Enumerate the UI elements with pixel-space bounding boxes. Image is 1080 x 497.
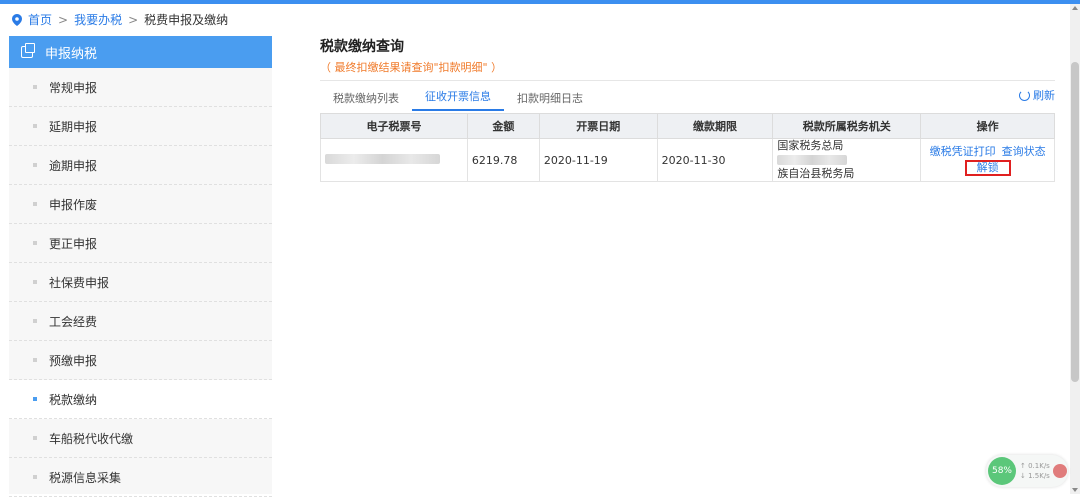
main-panel: 税款缴纳查询 （ 最终扣缴结果请查询"扣款明细" ） 税款缴纳列表 征收开票信息… — [320, 36, 1055, 182]
tax-authority-line1: 国家税务总局 — [777, 139, 844, 152]
query-status-link[interactable]: 查询状态 — [1002, 145, 1046, 159]
refresh-button[interactable]: 刷新 — [1019, 87, 1055, 103]
issue-date-cell: 2020-11-19 — [538, 138, 658, 182]
breadcrumb-level1-link[interactable]: 我要办税 — [74, 11, 122, 28]
sidebar-item-label: 延期申报 — [49, 119, 98, 134]
sidebar-item-label: 逾期申报 — [49, 158, 98, 173]
upload-speed: 0.1K/s — [1028, 462, 1050, 470]
column-header-amount: 金额 — [466, 113, 540, 139]
actions-cell: 缴税凭证打印 查询状态 解锁 — [920, 138, 1055, 182]
sidebar-item-label: 预缴申报 — [49, 353, 98, 368]
column-header-ticket-no: 电子税票号 — [320, 113, 468, 139]
bullet-icon — [33, 163, 37, 167]
sidebar-item-label: 税款缴纳 — [49, 392, 98, 407]
copy-icon — [21, 43, 35, 58]
memory-percent-badge: 58% — [988, 457, 1016, 485]
amount-cell: 6219.78 — [466, 138, 540, 182]
sidebar-header[interactable]: 申报纳税 — [9, 36, 272, 68]
scroll-up-arrow-icon[interactable] — [1072, 6, 1078, 10]
tab-bar: 税款缴纳列表 征收开票信息 扣款明细日志 刷新 — [320, 87, 1055, 111]
top-accent-bar — [0, 0, 1080, 4]
column-header-actions: 操作 — [920, 113, 1055, 139]
sidebar-item-label: 税源信息采集 — [49, 470, 122, 485]
sidebar-item-label: 申报作废 — [49, 197, 98, 212]
bullet-icon — [33, 358, 37, 362]
tab-payment-list[interactable]: 税款缴纳列表 — [320, 90, 412, 111]
bullet-icon — [33, 475, 37, 479]
sidebar-item[interactable]: 工会经费 — [9, 302, 272, 341]
sidebar-item-label: 车船税代收代缴 — [49, 431, 134, 446]
bullet-icon — [33, 85, 37, 89]
bullet-icon — [33, 202, 37, 206]
sidebar-item[interactable]: 预缴申报 — [9, 341, 272, 380]
tax-authority-line2: 族自治县税务局 — [777, 167, 855, 180]
network-speed-widget[interactable]: 58% ↑ 0.1K/s ↓ 1.5K/s — [986, 455, 1068, 487]
unlock-link[interactable]: 解锁 — [964, 159, 1011, 176]
sidebar-menu: 常规申报延期申报逾期申报申报作废更正申报社保费申报工会经费预缴申报税款缴纳车船税… — [9, 68, 272, 497]
sidebar-item-label: 社保费申报 — [49, 275, 110, 290]
breadcrumb-separator: > — [128, 12, 139, 27]
print-voucher-link[interactable]: 缴税凭证打印 — [930, 145, 996, 159]
bullet-icon — [33, 319, 37, 323]
breadcrumb-current: 税费申报及缴纳 — [144, 13, 229, 27]
sidebar-item[interactable]: 税款缴纳 — [9, 380, 272, 419]
bullet-icon — [33, 124, 37, 128]
scrollbar-thumb[interactable] — [1071, 62, 1079, 382]
ticket-number-cell — [320, 138, 468, 182]
location-pin-icon — [12, 13, 22, 26]
column-header-issue-date: 开票日期 — [538, 113, 658, 139]
page-title: 税款缴纳查询 — [320, 39, 404, 55]
sidebar-item[interactable]: 税源信息采集 — [9, 458, 272, 497]
redacted-ticket-number — [325, 153, 440, 164]
network-speeds: ↑ 0.1K/s ↓ 1.5K/s — [1020, 462, 1050, 480]
refresh-label: 刷新 — [1033, 89, 1055, 102]
sidebar-item-label: 更正申报 — [49, 236, 98, 251]
sidebar-header-label: 申报纳税 — [45, 46, 98, 62]
bullet-icon — [33, 397, 37, 401]
sidebar-item[interactable]: 更正申报 — [9, 224, 272, 263]
sidebar-item[interactable]: 常规申报 — [9, 68, 272, 107]
sidebar-item[interactable]: 社保费申报 — [9, 263, 272, 302]
breadcrumb-home-link[interactable]: 首页 — [28, 11, 52, 28]
app-status-icon — [1052, 464, 1067, 478]
sidebar-item[interactable]: 延期申报 — [9, 107, 272, 146]
scroll-down-arrow-icon[interactable] — [1072, 488, 1078, 492]
redacted-authority-name — [777, 155, 848, 165]
breadcrumb-separator: > — [58, 12, 69, 27]
vertical-scrollbar[interactable] — [1070, 4, 1080, 494]
invoice-table: 电子税票号 金额 开票日期 缴款期限 税款所属税务机关 操作 6219.78 2… — [320, 113, 1055, 182]
sidebar-item[interactable]: 车船税代收代缴 — [9, 419, 272, 458]
page-subtitle-note: （ 最终扣缴结果请查询"扣款明细" ） — [320, 59, 1055, 81]
download-speed: 1.5K/s — [1028, 472, 1050, 480]
column-header-tax-authority: 税款所属税务机关 — [772, 113, 922, 139]
tax-authority-cell: 国家税务总局 族自治县税务局 — [772, 138, 922, 182]
breadcrumb: 首页 > 我要办税 > 税费申报及缴纳 — [12, 11, 228, 28]
refresh-icon — [1019, 89, 1030, 101]
sidebar-item[interactable]: 申报作废 — [9, 185, 272, 224]
column-header-deadline: 缴款期限 — [656, 113, 774, 139]
tab-invoice-info[interactable]: 征收开票信息 — [412, 88, 504, 111]
tab-deduction-log[interactable]: 扣款明细日志 — [504, 90, 596, 111]
sidebar-item[interactable]: 逾期申报 — [9, 146, 272, 185]
bullet-icon — [33, 280, 37, 284]
sidebar-item-label: 工会经费 — [49, 314, 98, 329]
bullet-icon — [33, 436, 37, 440]
sidebar: 申报纳税 常规申报延期申报逾期申报申报作废更正申报社保费申报工会经费预缴申报税款… — [9, 36, 272, 497]
sidebar-item-label: 常规申报 — [49, 80, 98, 95]
bullet-icon — [33, 241, 37, 245]
deadline-cell: 2020-11-30 — [656, 138, 774, 182]
table-row: 6219.78 2020-11-19 2020-11-30 国家税务总局 族自治… — [320, 138, 1055, 182]
table-header-row: 电子税票号 金额 开票日期 缴款期限 税款所属税务机关 操作 — [320, 113, 1055, 139]
